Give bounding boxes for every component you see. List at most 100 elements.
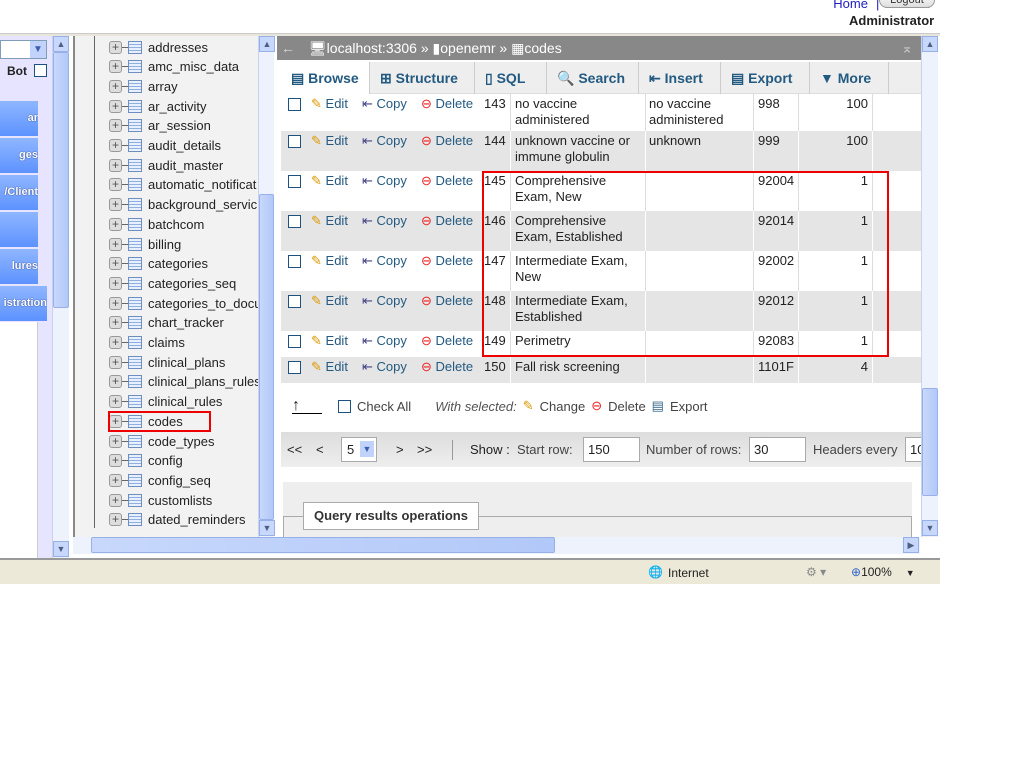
home-link[interactable]: Home (833, 0, 868, 11)
tree-item[interactable]: + clinical_rules (109, 392, 259, 412)
copy-button[interactable]: ⇤ Copy (362, 173, 407, 189)
table-name[interactable]: claims (148, 335, 185, 350)
last-page-button[interactable]: >> (417, 442, 432, 457)
tree-item[interactable]: + billing (109, 234, 259, 254)
tab-more[interactable]: ▼ More (810, 62, 889, 94)
expand-icon[interactable]: + (109, 336, 122, 349)
expand-icon[interactable]: + (109, 198, 122, 212)
expand-icon[interactable]: + (109, 139, 122, 152)
tree-item[interactable]: + ar_session (109, 116, 259, 136)
delete-button[interactable]: ⊖ Delete (421, 173, 473, 189)
expand-icon[interactable]: + (109, 375, 122, 389)
table-name[interactable]: config_seq (148, 473, 211, 488)
copy-button[interactable]: ⇤ Copy (362, 293, 407, 309)
scroll-right-icon[interactable]: ▶ (903, 537, 919, 553)
tree-item[interactable]: + claims (109, 333, 259, 353)
expand-icon[interactable]: + (109, 119, 122, 133)
chevron-down-icon[interactable]: ▼ (30, 41, 46, 58)
back-arrow-icon[interactable]: ← (281, 40, 295, 56)
table-name[interactable]: billing (148, 237, 181, 252)
expand-icon[interactable]: + (109, 40, 122, 54)
left-scrollbar[interactable]: ▲ ▼ (52, 36, 69, 558)
copy-button[interactable]: ⇤ Copy (362, 96, 407, 112)
logout-button[interactable]: Logout (879, 0, 935, 8)
row-checkbox[interactable] (288, 215, 301, 228)
scroll-down-icon[interactable]: ▼ (53, 541, 69, 557)
check-all-checkbox[interactable] (338, 399, 351, 413)
table-name[interactable]: clinical_rules (148, 394, 222, 409)
menu-item-blank[interactable] (0, 212, 38, 247)
export-button[interactable]: Export (670, 399, 708, 414)
tree-item[interactable]: + batchcom (109, 214, 259, 234)
edit-button[interactable]: ✎ Edit (311, 133, 348, 149)
delete-button[interactable]: Delete (608, 399, 646, 414)
expand-icon[interactable]: + (109, 60, 122, 74)
table-name[interactable]: clinical_plans_rules (148, 374, 259, 389)
edit-button[interactable]: ✎ Edit (311, 213, 348, 229)
row-checkbox[interactable] (288, 135, 301, 148)
expand-icon[interactable]: + (109, 178, 122, 192)
scroll-down-icon[interactable]: ▼ (922, 520, 938, 536)
scroll-thumb[interactable] (91, 537, 555, 553)
menu-item-patient-client[interactable]: /Client (0, 175, 38, 210)
copy-button[interactable]: ⇤ Copy (362, 133, 407, 149)
table-name[interactable]: batchcom (148, 217, 204, 232)
tree-scrollbar[interactable]: ▲ ▼ (258, 36, 275, 537)
horizontal-scrollbar[interactable]: ▶ (73, 537, 920, 554)
table-name[interactable]: amc_misc_data (148, 59, 239, 74)
protected-mode-icon[interactable]: ⚙ ▾ (806, 565, 826, 579)
row-checkbox[interactable] (288, 361, 301, 374)
edit-button[interactable]: ✎ Edit (311, 333, 348, 349)
bot-checkbox[interactable] (34, 64, 48, 77)
tree-item[interactable]: + clinical_plans (109, 352, 259, 372)
row-checkbox[interactable] (288, 335, 301, 348)
table-name[interactable]: ar_session (148, 118, 211, 133)
copy-button[interactable]: ⇤ Copy (362, 359, 407, 375)
expand-icon[interactable]: + (109, 434, 122, 448)
delete-button[interactable]: ⊖ Delete (421, 333, 473, 349)
nav-select[interactable]: ▼ (0, 40, 47, 59)
row-checkbox[interactable] (288, 255, 301, 268)
first-page-button[interactable]: << (287, 442, 302, 457)
breadcrumb-table[interactable]: codes (524, 40, 561, 56)
tab-insert[interactable]: ⇤ Insert (639, 62, 721, 94)
num-rows-input[interactable]: 30 (749, 437, 806, 462)
scroll-up-icon[interactable]: ▲ (259, 36, 275, 52)
tab-browse[interactable]: ▤ Browse (281, 62, 370, 94)
tab-sql[interactable]: ▯ SQL (475, 62, 547, 94)
delete-button[interactable]: ⊖ Delete (421, 213, 473, 229)
scroll-down-icon[interactable]: ▼ (259, 520, 275, 536)
table-name[interactable]: addresses (148, 40, 208, 55)
tree-item[interactable]: + config (109, 451, 259, 471)
chevron-down-icon[interactable]: ▼ (360, 441, 374, 457)
tree-item[interactable]: + customlists (109, 490, 259, 510)
tab-search[interactable]: 🔍 Search (547, 62, 639, 94)
tree-item[interactable]: + categories_to_docu (109, 293, 259, 313)
row-checkbox[interactable] (288, 175, 301, 188)
scroll-thumb[interactable] (53, 52, 69, 308)
tree-item[interactable]: + audit_details (109, 136, 259, 156)
tree-item[interactable]: + array (109, 76, 259, 96)
prev-page-button[interactable]: < (316, 442, 324, 457)
menu-item-calendar[interactable]: ar (0, 101, 38, 136)
expand-icon[interactable]: + (109, 158, 122, 172)
menu-item-messages[interactable]: ges (0, 138, 38, 173)
tree-item[interactable]: + clinical_plans_rules (109, 372, 259, 392)
expand-icon[interactable]: + (109, 454, 122, 468)
collapse-icon[interactable]: ⌅ (901, 36, 913, 60)
expand-icon[interactable]: + (109, 473, 122, 487)
edit-button[interactable]: ✎ Edit (311, 253, 348, 269)
tree-item[interactable]: + automatic_notificat (109, 175, 259, 195)
expand-icon[interactable]: + (109, 257, 122, 271)
expand-icon[interactable]: + (109, 79, 122, 93)
row-checkbox[interactable] (288, 98, 301, 111)
scroll-thumb[interactable] (922, 388, 938, 496)
next-page-button[interactable]: > (396, 442, 404, 457)
tree-item[interactable]: + addresses (109, 37, 259, 57)
menu-item-administration[interactable]: istration (0, 286, 47, 321)
tree-item[interactable]: + chart_tracker (109, 313, 259, 333)
tree-item[interactable]: + dated_reminders (109, 510, 259, 530)
table-name[interactable]: categories_to_docu (148, 296, 259, 311)
zoom-control[interactable]: ⊕100% ▼ (851, 565, 915, 579)
table-name[interactable]: background_servic (148, 197, 257, 212)
